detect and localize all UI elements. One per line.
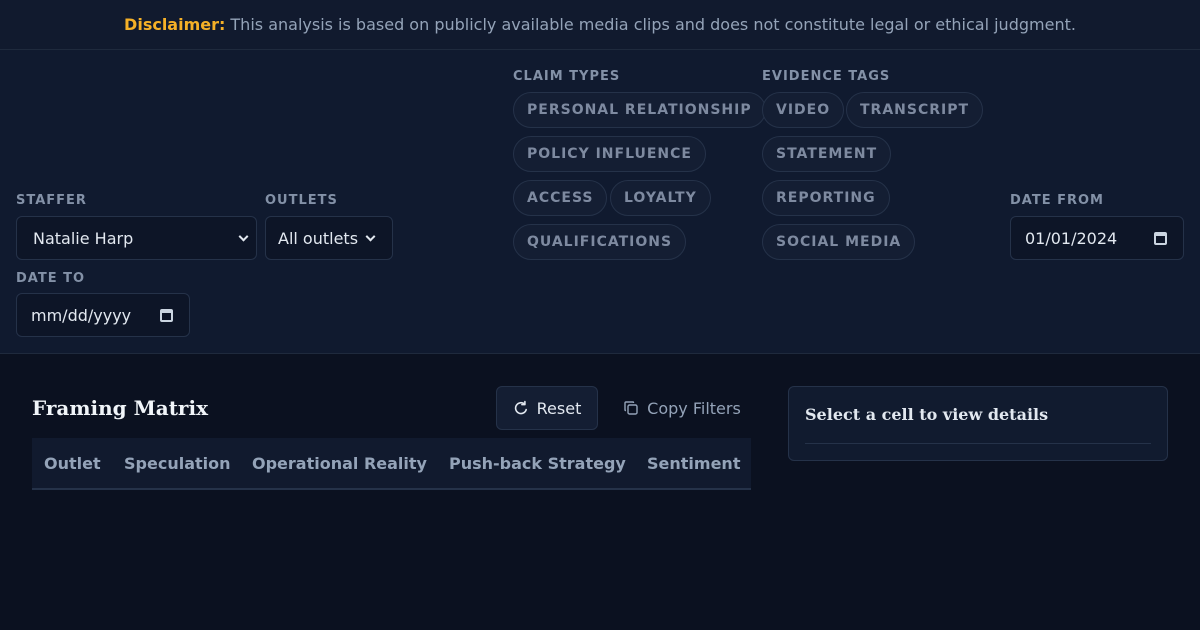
date-from-value: 01/01/2024: [1025, 228, 1118, 248]
copy-filters-button[interactable]: Copy Filters: [612, 386, 752, 430]
date-to-label: DATE TO: [16, 271, 86, 286]
evidence-tags-label: EVIDENCE TAGS: [762, 69, 891, 84]
staffer-label: STAFFER: [16, 193, 87, 208]
staffer-value: Natalie Harp: [33, 228, 134, 248]
chevron-down-icon: [238, 231, 249, 242]
claim-chip-loyalty[interactable]: LOYALTY: [610, 180, 711, 216]
date-from-input[interactable]: 01/01/2024: [1010, 216, 1184, 260]
evidence-chip-video[interactable]: VIDEO: [762, 92, 845, 128]
details-panel: Select a cell to view details: [788, 386, 1168, 461]
evidence-chip-statement[interactable]: STATEMENT: [762, 136, 892, 172]
matrix-table-header: Outlet Speculation Operational Reality P…: [32, 438, 751, 490]
disclaimer-text: This analysis is based on publicly avail…: [230, 15, 1076, 34]
staffer-select[interactable]: Natalie Harp: [16, 216, 257, 260]
copy-filters-label: Copy Filters: [647, 398, 741, 418]
copy-icon: [624, 401, 638, 415]
outlets-value: All outlets: [278, 228, 359, 248]
date-to-input[interactable]: mm/dd/yyyy: [16, 293, 190, 337]
claim-chip-access[interactable]: ACCESS: [513, 180, 608, 216]
column-header-speculation[interactable]: Speculation: [124, 438, 231, 488]
evidence-chip-social-media[interactable]: SOCIAL MEDIA: [762, 224, 916, 260]
claim-chip-qualifications[interactable]: QUALIFICATIONS: [513, 224, 687, 260]
reset-button[interactable]: Reset: [496, 386, 598, 430]
filters-panel: STAFFER Natalie Harp OUTLETS All outlets…: [0, 50, 1200, 354]
column-header-outlet[interactable]: Outlet: [44, 438, 101, 488]
evidence-chip-reporting[interactable]: REPORTING: [762, 180, 890, 216]
claim-chip-policy-influence[interactable]: POLICY INFLUENCE: [513, 136, 706, 172]
column-header-operational-reality[interactable]: Operational Reality: [252, 438, 427, 488]
column-header-push-back-strategy[interactable]: Push-back Strategy: [449, 438, 626, 488]
disclaimer-bar: Disclaimer: This analysis is based on pu…: [0, 0, 1200, 50]
refresh-icon: [514, 400, 527, 415]
disclaimer-label: Disclaimer:: [124, 15, 226, 34]
outlets-label: OUTLETS: [265, 193, 338, 208]
details-divider: [805, 443, 1151, 444]
calendar-icon[interactable]: [1154, 232, 1167, 245]
calendar-icon[interactable]: [160, 309, 173, 322]
chevron-down-icon: [365, 231, 376, 242]
evidence-chip-transcript[interactable]: TRANSCRIPT: [846, 92, 984, 128]
claim-types-label: CLAIM TYPES: [513, 69, 621, 84]
outlets-select[interactable]: All outlets: [265, 216, 393, 260]
details-title: Select a cell to view details: [805, 405, 1049, 424]
matrix-title: Framing Matrix: [32, 396, 208, 420]
reset-label: Reset: [536, 398, 582, 418]
date-from-label: DATE FROM: [1010, 193, 1104, 208]
date-to-placeholder: mm/dd/yyyy: [31, 305, 132, 325]
claim-chip-personal-relationship[interactable]: PERSONAL RELATIONSHIP: [513, 92, 766, 128]
column-header-sentiment[interactable]: Sentiment: [647, 438, 740, 488]
